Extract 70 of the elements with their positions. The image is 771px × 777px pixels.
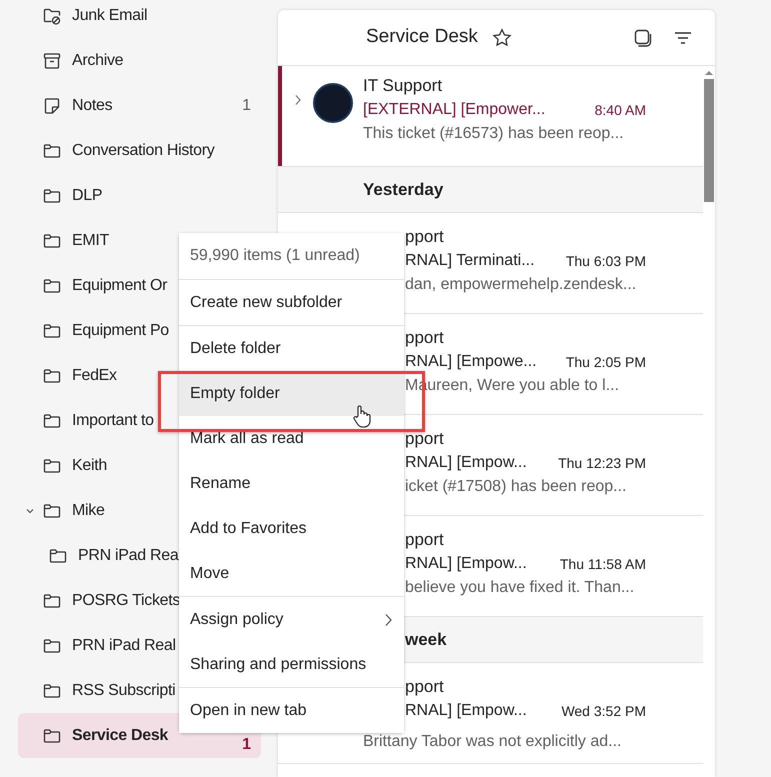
unread-count: 1 (242, 96, 251, 116)
subject-line: RNAL] [Empowe... (405, 352, 537, 372)
folder-label: Important to (72, 410, 154, 430)
note-icon (42, 96, 62, 116)
folder-label: RSS Subscripti (72, 680, 176, 700)
message-preview: dan, empowermehelp.zendesk... (405, 275, 638, 295)
message-preview: Brittany Tabor was not explicitly ad... (363, 732, 622, 752)
folder-label: PRN iPad Rea (78, 546, 178, 566)
message-time: Thu 2:05 PM (566, 353, 646, 372)
scrollbar-thumb[interactable] (704, 79, 714, 202)
menu-item[interactable]: Add to Favorites (179, 506, 404, 551)
folder-label: Equipment Or (72, 276, 168, 296)
folder-label: Archive (72, 50, 124, 70)
sender-name: IT Support (363, 75, 444, 97)
sender-name: pport (405, 428, 445, 450)
folder-item[interactable]: Archive (18, 38, 261, 83)
menu-item[interactable]: Mark all as read (179, 416, 404, 461)
archive-icon (42, 50, 62, 70)
folder-label: DLP (72, 186, 102, 206)
message-preview: believe you have fixed it. Than... (405, 578, 636, 598)
chevron-right-icon[interactable] (292, 94, 302, 106)
folder-label: PRN iPad Real (72, 636, 176, 656)
folder-label: FedEx (72, 366, 117, 386)
sender-name: pport (405, 226, 445, 248)
folder-label: Equipment Po (72, 320, 169, 340)
folder-item[interactable]: Junk Email (18, 0, 261, 38)
folder-label: EMIT (72, 230, 110, 250)
folder-label: Service Desk (72, 726, 168, 746)
chevron-right-icon (383, 612, 393, 626)
message-time: Wed 3:52 PM (561, 702, 646, 721)
scroll-up-icon[interactable] (705, 70, 713, 76)
menu-item[interactable]: Create new subfolder (179, 280, 404, 325)
star-icon[interactable] (490, 26, 513, 48)
folder-item[interactable]: Notes 1 (18, 83, 261, 128)
message-time: Thu 12:23 PM (558, 454, 646, 473)
avatar (313, 83, 353, 123)
sender-name: pport (405, 327, 445, 349)
sender-name: pport (405, 676, 445, 698)
folder-label: Notes (72, 96, 112, 116)
message-time: Thu 6:03 PM (566, 252, 646, 271)
folder-item[interactable]: DLP (18, 173, 261, 218)
folder-item[interactable]: Conversation History (18, 128, 261, 173)
message-row[interactable]: IT Support [EXTERNAL] [Empower... 8:40 AM This ticket (#16573) has been reop... (278, 66, 703, 167)
message-time: 8:40 AM (594, 101, 646, 120)
menu-item[interactable]: Move (179, 551, 404, 596)
menu-item[interactable]: Delete folder (179, 326, 404, 371)
sender-name: pport (405, 529, 445, 551)
hand-cursor-icon (352, 404, 372, 428)
message-preview: icket (#17508) has been reop... (405, 477, 628, 497)
subject-line: [EXTERNAL] [Empower... (363, 100, 546, 120)
scrollbar[interactable] (703, 66, 715, 777)
date-group-header: Yesterday (278, 167, 703, 213)
select-icon[interactable] (633, 28, 653, 48)
folder-label: POSRG Tickets (72, 590, 180, 610)
menu-item[interactable]: Sharing and permissions (179, 642, 404, 687)
message-time: Thu 11:58 AM (560, 555, 646, 574)
message-preview: This ticket (#16573) has been reop... (363, 124, 625, 144)
subject-line: RNAL] [Empow... (405, 554, 527, 574)
folder-title: Service Desk (366, 25, 478, 50)
unread-count: 1 (242, 734, 251, 754)
menu-item[interactable]: Rename (179, 461, 404, 506)
folder-label: Conversation History (72, 140, 215, 160)
folder-label: Mike (72, 500, 105, 520)
menu-item[interactable]: Open in new tab (179, 688, 404, 733)
subject-line: RNAL] [Empow... (405, 453, 527, 473)
subject-line: RNAL] [Empow... (405, 701, 527, 721)
subject-line: RNAL] Terminati... (405, 251, 535, 271)
menu-item[interactable]: Assign policy (179, 597, 404, 642)
folder-label: Keith (72, 456, 107, 476)
folder-label: Junk Email (72, 6, 148, 26)
